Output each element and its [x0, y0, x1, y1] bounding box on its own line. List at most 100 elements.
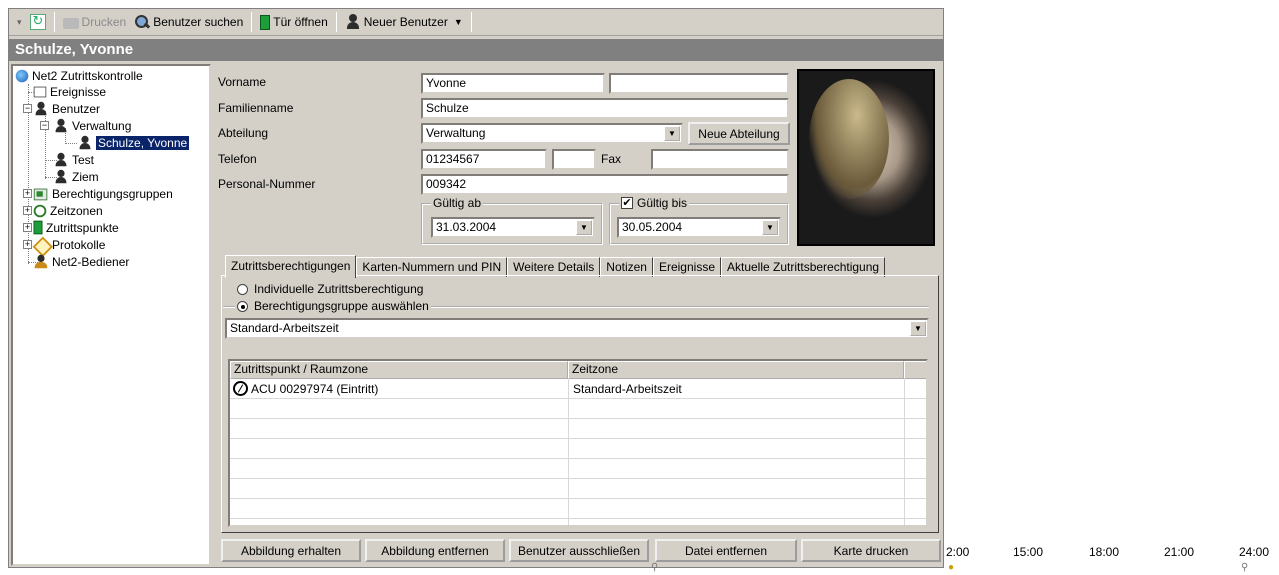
tree-item-root[interactable]: Net2 Zutrittskontrolle: [15, 67, 143, 84]
tab-notes[interactable]: Notizen: [600, 257, 653, 277]
column-header-access-point[interactable]: Zutrittspunkt / Raumzone: [230, 361, 568, 379]
new-user-button[interactable]: Neuer Benutzer ▼: [341, 11, 467, 33]
tree-item-selected-user[interactable]: Schulze, Yvonne: [77, 134, 190, 151]
chevron-down-icon[interactable]: ▼: [910, 321, 926, 336]
expand-toggle[interactable]: +: [23, 189, 32, 198]
valid-until-checkbox[interactable]: ✔: [621, 197, 633, 209]
tree-item-operators[interactable]: Net2-Bediener: [33, 253, 129, 270]
group-select-title[interactable]: Berechtigungsgruppe auswählen: [235, 299, 431, 313]
valid-until-date-picker[interactable]: 30.05.2004 ▼: [617, 217, 781, 238]
chevron-down-icon[interactable]: ▼: [664, 126, 680, 141]
new-department-button[interactable]: Neue Abteilung: [688, 122, 790, 145]
valid-from-date-picker[interactable]: 31.03.2004 ▼: [431, 217, 595, 238]
toolbar-menu-button[interactable]: ▾: [13, 11, 26, 33]
individual-access-label: Individuelle Zutrittsberechtigung: [254, 282, 424, 296]
tree-item-users[interactable]: Benutzer: [33, 100, 100, 117]
collapse-toggle[interactable]: −: [23, 104, 32, 113]
fax-input[interactable]: [651, 149, 789, 170]
column-header-timezone[interactable]: Zeitzone: [568, 361, 904, 379]
door-icon: [260, 14, 271, 30]
expand-toggle[interactable]: +: [23, 206, 32, 215]
valid-from-label: Gültig ab: [431, 196, 484, 210]
timeline-label: 15:00: [1013, 545, 1044, 559]
timeline-marker-icon: ⚲: [651, 562, 659, 573]
search-icon: [134, 14, 150, 30]
open-door-button[interactable]: Tür öffnen: [256, 11, 331, 33]
first-name-label: Vorname: [218, 75, 267, 89]
user-icon: [345, 14, 361, 30]
record-title: Schulze, Yvonne: [9, 39, 943, 61]
chevron-down-icon[interactable]: ▼: [576, 220, 592, 235]
department-select[interactable]: Verwaltung ▼: [421, 123, 683, 144]
toolbar-separator: [470, 12, 472, 32]
tab-card-numbers-pin[interactable]: Karten-Nummern und PIN: [356, 257, 508, 277]
access-control-unit-icon: [233, 381, 248, 396]
tree-item-test[interactable]: Test: [53, 151, 94, 168]
tree-item-label: Zutrittspunkte: [46, 220, 119, 235]
get-image-button[interactable]: Abbildung erhalten: [221, 539, 361, 562]
toolbar-separator: [335, 12, 337, 32]
tree-item-label: Ziem: [72, 169, 99, 184]
department-label: Abteilung: [218, 126, 269, 140]
table-row: [230, 419, 926, 439]
chevron-down-icon[interactable]: ▼: [454, 17, 463, 27]
globe-icon: [15, 69, 29, 82]
new-user-label: Neuer Benutzer: [363, 15, 448, 29]
individual-access-option[interactable]: Individuelle Zutrittsberechtigung: [237, 282, 423, 296]
personnel-number-input[interactable]: 009342: [421, 174, 789, 195]
access-group-select[interactable]: Standard-Arbeitszeit ▼: [225, 318, 929, 339]
individual-access-radio[interactable]: [237, 283, 248, 295]
tree-item-ziem[interactable]: Ziem: [53, 168, 99, 185]
phone-input[interactable]: 01234567: [421, 149, 547, 170]
tree-item-label: Benutzer: [52, 101, 101, 116]
tree-item-label: Net2 Zutrittskontrolle: [32, 68, 143, 83]
first-name-input[interactable]: Yvonne: [421, 73, 605, 94]
column-divider: [904, 379, 905, 525]
search-user-button[interactable]: Benutzer suchen: [130, 11, 247, 33]
valid-until-value: 30.05.2004: [622, 220, 683, 234]
tree-item-timezones[interactable]: Zeitzonen: [33, 202, 103, 219]
expand-toggle[interactable]: +: [23, 240, 32, 249]
valid-until-group: ✔ Gültig bis 30.05.2004 ▼: [609, 196, 789, 245]
log-icon: [34, 237, 48, 251]
valid-from-group: Gültig ab 31.03.2004 ▼: [421, 196, 603, 245]
valid-from-value: 31.03.2004: [436, 220, 497, 234]
collapse-toggle[interactable]: −: [40, 121, 49, 130]
clock-icon: [33, 204, 47, 217]
print-card-button[interactable]: Karte drucken: [801, 539, 941, 562]
access-point-value: ACU 00297974 (Eintritt): [251, 381, 379, 396]
phone-extension-input[interactable]: [552, 149, 596, 170]
middle-name-input[interactable]: [609, 73, 789, 94]
timeline-marker-icon: ⚲: [1241, 562, 1249, 573]
print-button[interactable]: Drucken: [59, 11, 131, 33]
expand-toggle[interactable]: +: [23, 223, 32, 232]
phone-label: Telefon: [218, 152, 257, 166]
chevron-down-icon[interactable]: ▼: [762, 220, 778, 235]
tree-item-events[interactable]: Ereignisse: [33, 83, 106, 100]
tab-events[interactable]: Ereignisse: [652, 257, 721, 277]
refresh-button[interactable]: [26, 11, 50, 33]
tab-more-details[interactable]: Weitere Details: [507, 257, 601, 277]
remove-image-button[interactable]: Abbildung entfernen: [365, 539, 505, 562]
tree-item-label: Zeitzonen: [50, 203, 103, 218]
photo-detail: [809, 79, 889, 199]
tree-item-label: Protokolle: [52, 237, 106, 252]
tree-item-department-admin[interactable]: Verwaltung: [53, 117, 131, 134]
tree-item-logs[interactable]: Protokolle: [33, 236, 105, 253]
timeline-label: 21:00: [1164, 545, 1195, 559]
tree-item-label: Ereignisse: [50, 84, 107, 99]
tree-item-access-points[interactable]: Zutrittspunkte: [33, 219, 119, 236]
tree-item-groups[interactable]: Berechtigungsgruppen: [33, 185, 173, 202]
remove-file-button[interactable]: Datei entfernen: [655, 539, 797, 562]
table-row[interactable]: ACU 00297974 (Eintritt) Standard-Arbeits…: [230, 379, 926, 399]
group-select-radio[interactable]: [237, 300, 248, 312]
exclude-user-button[interactable]: Benutzer ausschließen: [509, 539, 649, 562]
access-group-value: Standard-Arbeitszeit: [230, 321, 339, 335]
last-name-input[interactable]: Schulze: [421, 98, 789, 119]
fax-label: Fax: [601, 152, 622, 166]
open-door-label: Tür öffnen: [273, 15, 328, 29]
tab-access-rights[interactable]: Zutrittsberechtigungen: [225, 255, 357, 278]
chevron-down-icon: ▾: [17, 16, 22, 27]
toolbar-separator: [251, 12, 253, 32]
tab-current-access[interactable]: Aktuelle Zutrittsberechtigung: [721, 257, 886, 277]
